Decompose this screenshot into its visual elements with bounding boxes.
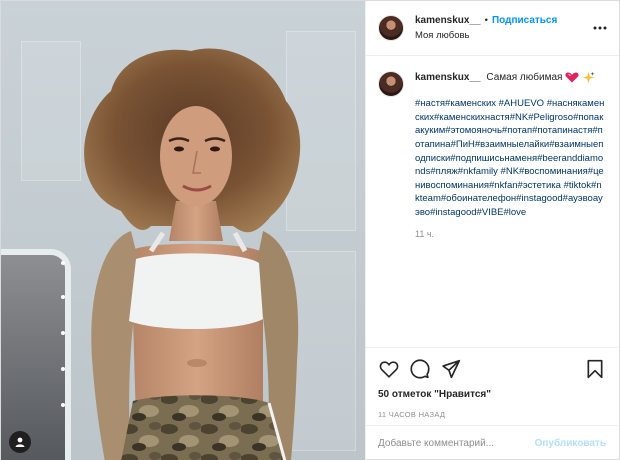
separator-dot: • xyxy=(484,15,488,26)
caption-text: Самая любимая xyxy=(486,72,563,84)
save-button[interactable] xyxy=(584,358,606,380)
header-top: kamenskux__ • Подписаться xyxy=(415,15,591,26)
send-icon xyxy=(442,359,461,379)
more-horizontal-icon xyxy=(593,26,607,30)
actions-section: 50 отметок "Нравится" 11 ЧАСОВ НАЗАД xyxy=(366,347,618,419)
comment-icon xyxy=(410,359,430,379)
follow-button[interactable]: Подписаться xyxy=(492,15,557,26)
caption-avatar[interactable] xyxy=(378,71,404,97)
instagram-post: kamenskux__ • Подписаться Моя любовь kam… xyxy=(0,0,620,460)
caption-area: kamenskux__ Самая любимая #настя#каменск… xyxy=(366,57,618,347)
caption-time[interactable]: 11 ч. xyxy=(415,229,606,239)
user-tag-icon[interactable] xyxy=(9,431,31,453)
post-header: kamenskux__ • Подписаться Моя любовь xyxy=(366,1,619,56)
avatar[interactable] xyxy=(378,15,404,41)
comment-input[interactable] xyxy=(378,438,535,449)
header-text: kamenskux__ • Подписаться Моя любовь xyxy=(415,15,591,41)
post-side-panel: kamenskux__ • Подписаться Моя любовь kam… xyxy=(365,1,619,460)
heart-icon xyxy=(379,361,399,378)
more-options-button[interactable] xyxy=(591,19,609,37)
post-timestamp[interactable]: 11 ЧАСОВ НАЗАД xyxy=(378,410,606,419)
caption-line: kamenskux__ Самая любимая xyxy=(415,71,606,85)
location-link[interactable]: Моя любовь xyxy=(415,30,591,41)
comment-box: Опубликовать xyxy=(366,425,618,460)
caption-body: kamenskux__ Самая любимая #настя#каменск… xyxy=(415,71,606,347)
post-photo[interactable] xyxy=(1,1,365,460)
heart-emoji-icon xyxy=(565,72,579,83)
comment-button[interactable] xyxy=(409,358,431,380)
likes-count[interactable]: 50 отметок "Нравится" xyxy=(378,389,606,400)
photo-subject xyxy=(84,48,301,460)
caption-username-link[interactable]: kamenskux__ xyxy=(415,72,481,83)
bookmark-icon xyxy=(587,359,603,379)
hashtags-text[interactable]: #настя#каменских #AHUEVO #наснякаменских… xyxy=(415,97,606,219)
publish-button[interactable]: Опубликовать xyxy=(535,438,606,449)
username-link[interactable]: kamenskux__ xyxy=(415,15,481,26)
like-button[interactable] xyxy=(378,358,400,380)
action-row xyxy=(378,356,606,382)
sparkle-emoji-icon xyxy=(582,71,595,84)
share-button[interactable] xyxy=(440,358,462,380)
